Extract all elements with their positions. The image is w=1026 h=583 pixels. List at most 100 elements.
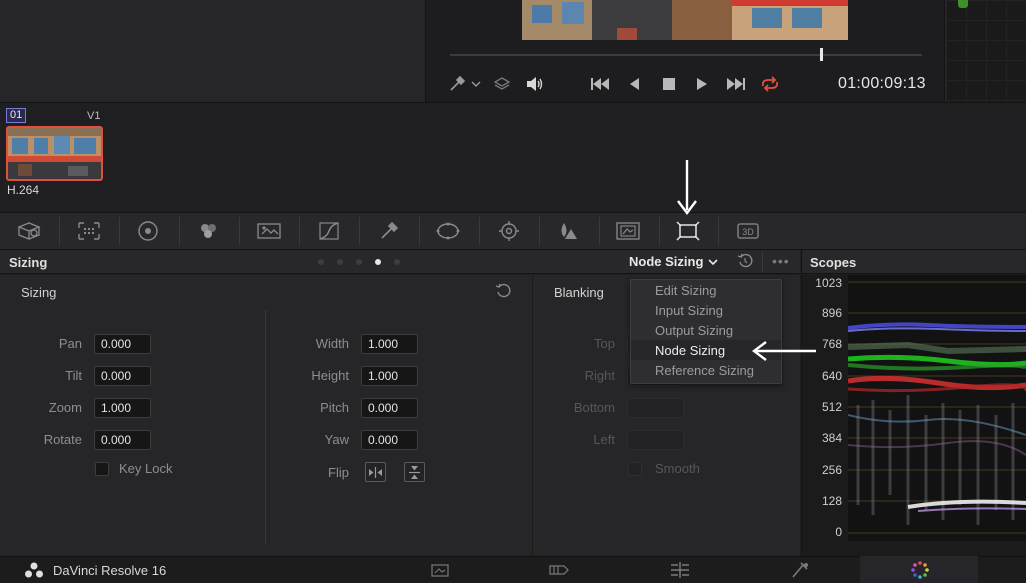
video-preview <box>522 0 848 40</box>
qualifier-icon[interactable] <box>375 218 403 244</box>
sizing-mode-dropdown[interactable]: Node Sizing <box>629 254 718 269</box>
toolbar-divider <box>59 217 60 245</box>
toolbar-divider <box>239 217 240 245</box>
toolbar-divider <box>119 217 120 245</box>
toolbar-divider <box>359 217 360 245</box>
tracker-icon[interactable] <box>495 218 523 244</box>
rotate-field[interactable]: 0.000 <box>94 430 151 450</box>
pitch-field[interactable]: 0.000 <box>361 398 418 418</box>
scope-scale-label: 896 <box>821 306 842 320</box>
menu-item-reference-sizing[interactable]: Reference Sizing <box>655 363 754 378</box>
tilt-field[interactable]: 0.000 <box>94 366 151 386</box>
gallery-grid <box>946 0 1026 102</box>
width-field[interactable]: 1.000 <box>361 334 418 354</box>
step-back-icon[interactable] <box>624 72 644 96</box>
layers-icon[interactable] <box>491 72 513 96</box>
rgb-mixer-icon[interactable] <box>194 218 222 244</box>
color-wheels-icon[interactable] <box>134 218 162 244</box>
edit-icon[interactable] <box>660 558 700 582</box>
3d-icon[interactable]: 3D <box>734 218 762 244</box>
cut-icon[interactable] <box>540 558 580 582</box>
toolbar-divider <box>718 217 719 245</box>
key-lock-label: Key Lock <box>119 461 173 476</box>
blanking-bottom-label: Bottom <box>573 400 615 415</box>
toolbar-divider <box>179 217 180 245</box>
key-lock-checkbox[interactable] <box>95 462 109 476</box>
toolbar-divider <box>299 217 300 245</box>
more-options-icon[interactable]: ••• <box>772 253 790 269</box>
menu-item-node-sizing[interactable]: Node Sizing <box>655 343 725 358</box>
annotation-arrow-left <box>752 341 816 361</box>
menu-item-output-sizing[interactable]: Output Sizing <box>655 323 733 338</box>
reset-icon[interactable] <box>737 253 753 269</box>
page-dot[interactable] <box>394 259 400 265</box>
davinci-logo-icon <box>25 562 43 578</box>
section-divider <box>532 275 533 556</box>
blur-icon[interactable] <box>554 218 582 244</box>
menu-item-input-sizing[interactable]: Input Sizing <box>655 303 723 318</box>
page-dot-active[interactable] <box>375 259 381 265</box>
skip-start-icon[interactable] <box>588 72 612 96</box>
timecode-display: 01:00:09:13 <box>838 75 926 92</box>
svg-text:3D: 3D <box>742 227 754 237</box>
smooth-label: Smooth <box>655 461 700 476</box>
pan-field[interactable]: 0.000 <box>94 334 151 354</box>
column-divider <box>265 310 266 544</box>
flip-horizontal-icon <box>369 466 382 478</box>
camera-raw-icon[interactable] <box>15 218 43 244</box>
height-field[interactable]: 1.000 <box>361 366 418 386</box>
scrubber-bar[interactable] <box>450 54 922 56</box>
chevron-down-icon <box>708 258 718 265</box>
height-label: Height <box>311 368 349 383</box>
tilt-label: Tilt <box>65 368 82 383</box>
page-dot[interactable] <box>318 259 324 265</box>
page-dot[interactable] <box>356 259 362 265</box>
yaw-label: Yaw <box>324 432 349 447</box>
flip-horizontal-button[interactable] <box>365 462 386 482</box>
skip-end-icon[interactable] <box>724 72 748 96</box>
flip-vertical-icon <box>409 465 420 479</box>
motion-effects-icon[interactable] <box>255 218 283 244</box>
rotate-label: Rotate <box>43 432 82 447</box>
page-dot[interactable] <box>337 259 343 265</box>
speaker-icon[interactable] <box>523 72 547 96</box>
scope-scale-label: 640 <box>821 369 842 383</box>
media-icon[interactable] <box>420 558 460 582</box>
panel-title: Sizing <box>9 255 48 270</box>
blanking-left-field[interactable] <box>627 430 684 450</box>
yaw-field[interactable]: 0.000 <box>361 430 418 450</box>
zoom-field[interactable]: 1.000 <box>94 398 151 418</box>
scope-scale-label: 1023 <box>815 276 842 290</box>
clip-thumbnail[interactable] <box>6 126 103 181</box>
color-icon[interactable] <box>900 558 940 582</box>
scope-scale-label: 512 <box>821 400 842 414</box>
sizing-icon[interactable] <box>674 218 702 244</box>
chevron-down-icon[interactable] <box>470 72 482 96</box>
menu-item-edit-sizing[interactable]: Edit Sizing <box>655 283 716 298</box>
loop-icon[interactable] <box>758 72 782 96</box>
pitch-label: Pitch <box>320 400 349 415</box>
clip-strip <box>0 102 1026 212</box>
width-label: Width <box>315 336 349 351</box>
stop-icon[interactable] <box>659 72 679 96</box>
scope-scale-label: 256 <box>821 463 842 477</box>
app-name: DaVinci Resolve 16 <box>53 563 167 578</box>
sizing-mode-label: Node Sizing <box>629 254 704 269</box>
fusion-icon[interactable] <box>780 558 820 582</box>
curves-icon[interactable] <box>315 218 343 244</box>
zoom-label: Zoom <box>48 400 82 415</box>
window-icon[interactable] <box>434 218 462 244</box>
picker-icon[interactable] <box>446 72 468 96</box>
play-icon[interactable] <box>692 72 712 96</box>
key-icon[interactable] <box>614 218 642 244</box>
reset-sizing-icon[interactable] <box>495 283 511 299</box>
color-match-icon[interactable] <box>75 218 103 244</box>
clip-number: 01 <box>6 108 27 123</box>
clip-track-label: V1 <box>87 110 101 122</box>
toolbar-divider <box>539 217 540 245</box>
flip-vertical-button[interactable] <box>404 462 425 482</box>
playhead-handle[interactable] <box>820 48 823 61</box>
toolbar-divider <box>479 217 480 245</box>
blanking-bottom-field[interactable] <box>627 398 684 418</box>
smooth-checkbox[interactable] <box>628 462 642 476</box>
